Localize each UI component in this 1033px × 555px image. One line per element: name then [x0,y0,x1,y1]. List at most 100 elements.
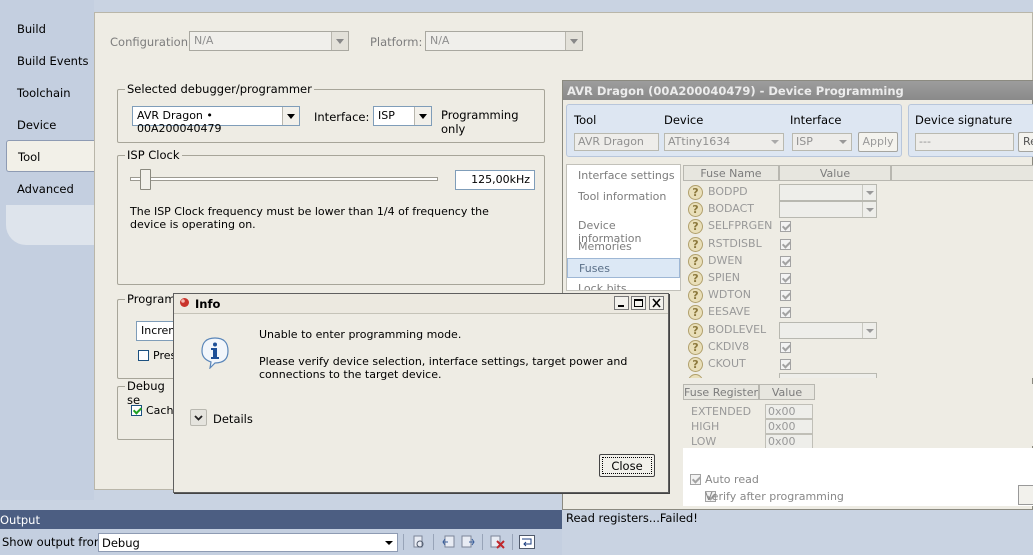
fuse-register-row: HIGH 0x00 [683,419,1033,434]
find-message-icon[interactable] [412,535,425,549]
toolbar-separator [512,534,513,550]
fuse-name: BODPD [708,185,748,198]
clear-all-icon[interactable] [490,535,505,549]
configuration-select[interactable]: N/A [189,31,349,51]
help-icon[interactable]: ? [688,202,703,218]
tab-advanced[interactable]: Advanced [6,173,94,203]
fuse-name: RSTDISBL [708,236,762,250]
fuse-register-row: EXTENDED 0x00 [683,404,1033,419]
programming-mode-text: Programming only [441,108,519,136]
register-value[interactable]: 0x00 [765,434,813,449]
debug-settings-title: Debug se [125,379,179,407]
tool-select[interactable]: AVR Dragon [574,133,659,151]
isp-clock-slider-thumb[interactable] [140,169,152,190]
help-icon[interactable]: ? [688,357,703,372]
help-icon [688,374,703,378]
fuse-value-checkbox[interactable] [780,238,791,250]
details-toggle[interactable] [190,409,207,426]
section-memories[interactable]: Memories [567,237,680,257]
status-message: Read registers...Failed! [566,511,698,525]
fuse-value-select[interactable] [779,184,877,201]
info-icon [198,335,232,370]
apply-button[interactable]: Apply [858,132,898,152]
fuse-row: ? BODPD [683,184,1033,201]
close-button[interactable]: Close [599,454,655,477]
output-source-value: Debug [102,536,140,550]
fuse-name: CKDIV8 [708,339,750,353]
help-icon[interactable]: ? [688,253,703,269]
tab-tool[interactable]: Tool [6,140,94,172]
debugger-select[interactable]: AVR Dragon • 00A200040479 [132,106,300,135]
help-icon[interactable]: ? [688,219,703,235]
help-icon[interactable]: ? [688,339,703,355]
fuse-value-checkbox[interactable] [780,307,791,319]
tool-label: Tool [574,113,597,127]
minimize-button[interactable] [614,296,629,310]
help-icon[interactable]: ? [688,271,703,286]
help-icon[interactable]: ? [688,322,703,338]
register-value[interactable]: 0x00 [765,419,813,434]
chevron-down-icon [839,140,847,144]
fuse-value-checkbox[interactable] [780,221,791,233]
help-icon[interactable]: ? [688,288,703,304]
auto-read-checkbox[interactable] [690,474,701,485]
dialog-message: Unable to enter programming mode. [259,328,462,341]
help-icon[interactable]: ? [688,305,703,321]
device-select-value: ATtiny1634 [668,135,731,148]
device-programming-title: AVR Dragon (00A200040479) - Device Progr… [563,81,1033,100]
isp-clock-note: The ISP Clock frequency must be lower th… [130,205,489,231]
fuse-value-select[interactable] [779,321,877,339]
output-title-text: Output [0,513,40,527]
next-message-icon[interactable] [461,535,475,549]
section-fuses[interactable]: Fuses [567,258,680,278]
tab-label: Advanced [17,182,74,196]
platform-label: Platform: [370,35,423,49]
help-icon[interactable]: ? [688,185,703,200]
fuse-value-checkbox[interactable] [780,341,791,353]
interface-select[interactable]: ISP [373,106,432,126]
previous-message-icon[interactable] [442,535,456,549]
maximize-button[interactable] [631,296,646,310]
fuse-name: DWEN [708,253,743,267]
fuse-register-rows: EXTENDED 0x00 HIGH 0x00 LOW 0x00 [683,404,1033,450]
fuse-register-row: LOW 0x00 [683,434,1033,449]
register-value[interactable]: 0x00 [765,404,813,419]
section-device-information[interactable]: Device information [567,216,680,245]
section-lock-bits[interactable]: Lock bits [567,279,680,290]
fuse-value-checkbox[interactable] [780,255,791,267]
program-button[interactable] [1018,485,1033,505]
preserve-eeprom-checkbox[interactable] [138,350,149,361]
device-select[interactable]: ATtiny1634 [664,133,784,151]
device-signature-field: --- [915,133,1014,151]
read-signature-button[interactable]: Re [1018,132,1033,152]
programming-sections-list: Interface settings Tool information Devi… [566,164,681,291]
isp-clock-slider-track[interactable] [130,177,438,181]
toolbar-separator [433,534,434,550]
tab-build[interactable]: Build [6,13,94,43]
fuse-row: ? BODACT [683,201,1033,219]
output-source-select[interactable]: Debug [98,533,398,552]
fuse-value-checkbox[interactable] [780,273,791,284]
platform-select[interactable]: N/A [425,31,583,51]
tab-toolchain[interactable]: Toolchain [6,77,94,107]
tab-device[interactable]: Device [6,109,94,139]
tab-label: Tool [18,150,41,164]
section-tool-information[interactable]: Tool information [567,187,680,207]
tab-build-events[interactable]: Build Events [6,45,94,75]
fuse-value-checkbox[interactable] [780,359,791,370]
dp-interface-select[interactable]: ISP [792,133,852,151]
fuse-value-select[interactable] [779,373,877,378]
cache-checkbox[interactable] [131,405,142,416]
fuse-value-checkbox[interactable] [780,290,791,302]
help-icon[interactable]: ? [688,236,703,252]
fuse-register-table: Fuse Register Value EXTENDED 0x00 HIGH 0x00… [683,384,1033,449]
word-wrap-icon[interactable] [519,535,535,549]
close-window-button[interactable] [649,296,664,310]
fuse-register-value-header: Value [759,384,815,400]
isp-clock-title: ISP Clock [125,148,182,162]
fuse-value-select[interactable] [779,201,877,219]
chevron-down-icon [282,107,299,125]
section-interface-settings[interactable]: Interface settings [567,166,680,186]
device-signature-group: Device signature --- Re [908,104,1033,157]
isp-clock-input[interactable]: 125,00kHz [455,170,535,190]
